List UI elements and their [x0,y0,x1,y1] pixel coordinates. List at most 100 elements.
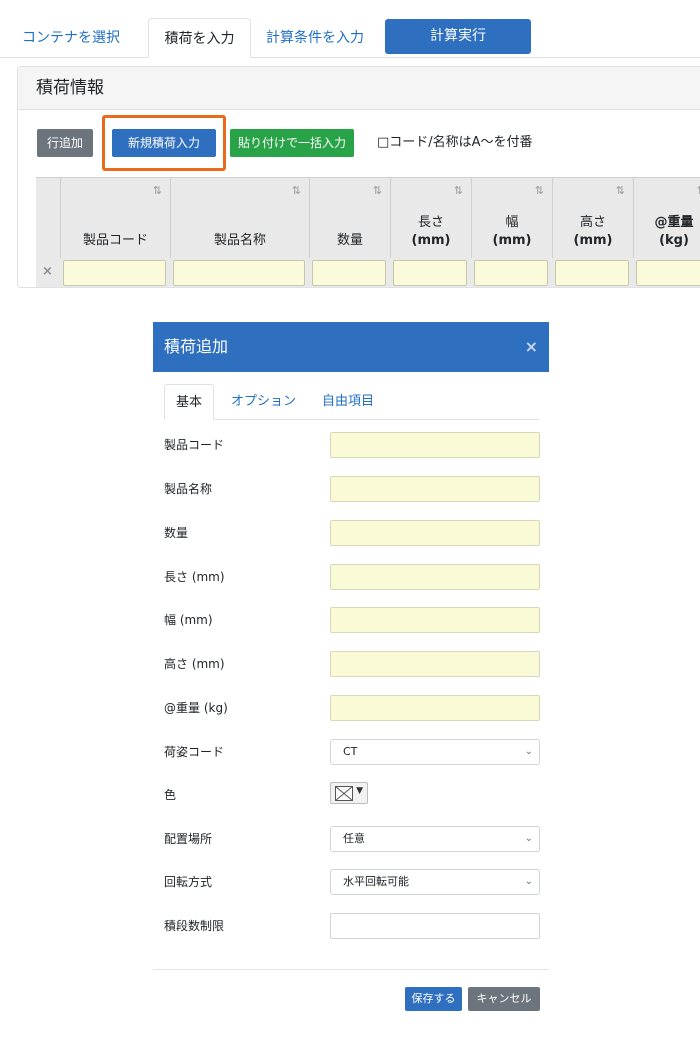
field-row-weight: @重量 (kg) [164,695,540,721]
field-row-product-name: 製品名称 [164,476,540,502]
run-calculation-button[interactable]: 計算実行 [385,19,531,54]
column-label: @重量 (kg) [634,214,700,250]
rotation-select[interactable]: 水平回転可能 ⌄ [330,869,540,895]
grid-cell-quantity[interactable] [312,260,386,286]
panel-title: 積荷情報 [18,67,700,110]
placement-select[interactable]: 任意 ⌄ [330,826,540,852]
column-header-width[interactable]: ⇅ 幅 (mm) [471,178,552,258]
modal-header: 積荷追加 × [153,322,549,372]
tab-basic[interactable]: 基本 [164,384,214,420]
column-label: 数量 [336,233,363,248]
field-label: 荷姿コード [164,745,225,759]
grid-cell-length[interactable] [393,260,467,286]
color-picker[interactable]: ▼ [330,782,368,804]
select-value: 水平回転可能 [343,875,409,888]
sort-icon[interactable]: ⇅ [535,184,544,197]
column-header-product-name[interactable]: ⇅ 製品名称 [170,178,309,258]
modal-title: 積荷追加 [164,337,229,356]
field-label: 配置場所 [164,832,213,846]
column-label-line1: 高さ [579,215,606,230]
field-row-rotation: 回転方式 水平回転可能 ⌄ [164,869,540,895]
column-label-line2: (kg) [659,233,689,248]
sort-icon[interactable]: ⇅ [616,184,625,197]
tab-input-cargo[interactable]: 積荷を入力 [148,18,251,58]
new-cargo-button[interactable]: 新規積荷入力 [112,129,216,157]
length-input[interactable] [330,564,540,590]
weight-input[interactable] [330,695,540,721]
tab-input-conditions[interactable]: 計算条件を入力 [266,18,364,58]
width-input[interactable] [330,607,540,633]
field-label: 幅 (mm) [164,613,213,627]
close-icon[interactable]: × [525,322,538,372]
cargo-grid: × ⇅ 製品コード ⇅ 製品名称 ⇅ 数量 ⇅ 長さ (mm) ⇅ 幅 (mm) [36,177,700,287]
paste-bulk-input-button[interactable]: 貼り付けで一括入力 [230,129,354,157]
column-label: 製品名称 [213,233,266,248]
column-header-quantity[interactable]: ⇅ 数量 [309,178,390,258]
sort-icon[interactable]: ⇅ [292,184,301,197]
save-button[interactable]: 保存する [405,987,462,1011]
top-tabs: コンテナを選択 積荷を入力 計算条件を入力 計算実行 [0,0,700,58]
column-label-line2: (mm) [411,233,451,248]
field-row-package-code: 荷姿コード CT ⌄ [164,739,540,765]
select-value: 任意 [343,832,365,845]
quantity-input[interactable] [330,520,540,546]
product-code-input[interactable] [330,432,540,458]
modal-tabs: 基本 オプション 自由項目 [164,384,539,420]
field-label: @重量 (kg) [164,701,228,715]
height-input[interactable] [330,651,540,677]
chevron-down-icon: ⌄ [524,876,533,887]
modal-footer: 保存する キャンセル [153,969,549,1022]
field-row-placement: 配置場所 任意 ⌄ [164,826,540,852]
stack-limit-input[interactable] [330,913,540,939]
delete-row-icon[interactable]: × [42,264,53,279]
field-label: 高さ (mm) [164,657,225,671]
field-row-stack-limit: 積段数制限 [164,913,540,939]
grid-cell-product-code[interactable] [63,260,166,286]
field-label: 積段数制限 [164,919,225,933]
field-label: 数量 [164,526,189,540]
column-header-weight[interactable]: ⇅ @重量 (kg) [633,178,700,258]
cancel-button[interactable]: キャンセル [468,987,540,1011]
sort-icon[interactable]: ⇅ [153,184,162,197]
sort-icon[interactable]: ⇅ [373,184,382,197]
grid-cell-height[interactable] [555,260,629,286]
column-label-line1: 長さ [417,215,444,230]
column-label: 長さ (mm) [391,214,471,250]
field-label: 長さ (mm) [164,570,225,584]
field-label: 回転方式 [164,875,213,889]
field-row-color: 色 ▼ [164,782,540,808]
field-row-height: 高さ (mm) [164,651,540,677]
suffix-option-checkbox[interactable]: □コード/名称はA〜を付番 [377,129,533,157]
field-label: 製品名称 [164,482,213,496]
product-name-input[interactable] [330,476,540,502]
grid-cell-weight[interactable] [636,260,700,286]
dropdown-arrow-icon: ▼ [356,786,363,796]
cargo-info-panel: 積荷情報 行追加 新規積荷入力 貼り付けで一括入力 □コード/名称はA〜を付番 … [17,66,700,288]
column-label: 幅 (mm) [472,214,552,250]
sort-icon[interactable]: ⇅ [454,184,463,197]
add-row-button[interactable]: 行追加 [37,129,93,157]
tab-select-container[interactable]: コンテナを選択 [22,18,120,58]
column-header-length[interactable]: ⇅ 長さ (mm) [390,178,471,258]
field-label: 製品コード [164,438,225,452]
column-label-line2: (mm) [492,233,532,248]
column-label: 高さ (mm) [553,214,633,250]
package-code-select[interactable]: CT ⌄ [330,739,540,765]
chevron-down-icon: ⌄ [524,833,533,844]
select-value: CT [343,745,358,758]
grid-cell-width[interactable] [474,260,548,286]
column-header-height[interactable]: ⇅ 高さ (mm) [552,178,633,258]
column-header-product-code[interactable]: ⇅ 製品コード [60,178,170,258]
column-label-line1: 幅 [505,215,519,230]
tab-option[interactable]: オプション [231,384,296,420]
grid-cell-product-name[interactable] [173,260,305,286]
column-label-line1: @重量 [654,215,694,230]
field-row-product-code: 製品コード [164,432,540,458]
add-cargo-modal: 積荷追加 × 基本 オプション 自由項目 製品コード 製品名称 数量 長さ (m… [153,322,549,1022]
field-label: 色 [164,788,177,802]
field-row-width: 幅 (mm) [164,607,540,633]
field-row-quantity: 数量 [164,520,540,546]
column-label-line2: (mm) [573,233,613,248]
tab-free-items[interactable]: 自由項目 [322,384,374,420]
chevron-down-icon: ⌄ [524,746,533,757]
